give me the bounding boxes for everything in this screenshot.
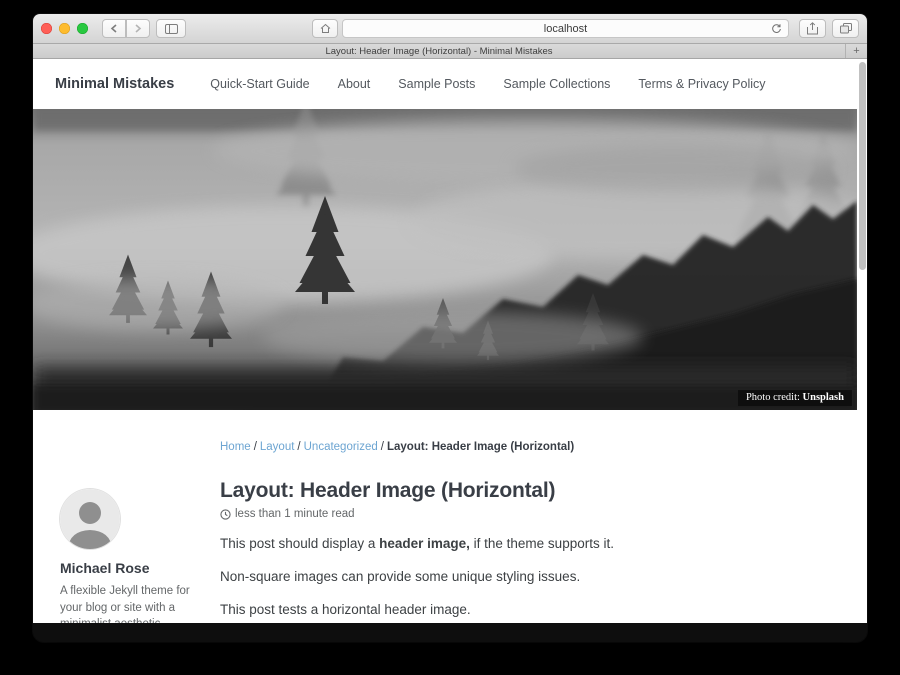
clock-icon bbox=[220, 509, 231, 520]
minimize-window-button[interactable] bbox=[59, 23, 70, 34]
foggy-forest-photo bbox=[33, 109, 857, 410]
nav-item-sample-collections[interactable]: Sample Collections bbox=[503, 77, 610, 91]
photo-credit-source-link[interactable]: Unsplash bbox=[803, 392, 844, 403]
chevron-left-icon bbox=[110, 24, 118, 33]
paragraph: This post should display a header image,… bbox=[220, 534, 817, 554]
photo-credit-caption: Photo credit: Unsplash bbox=[738, 390, 852, 406]
nav-item-about[interactable]: About bbox=[338, 77, 371, 91]
vertical-scrollbar-thumb[interactable] bbox=[859, 62, 866, 270]
site-nav: Quick-Start Guide About Sample Posts Sam… bbox=[210, 77, 765, 91]
browser-window: localhost Layout: Header Image (Horizont… bbox=[33, 14, 867, 642]
active-tab[interactable]: Layout: Header Image (Horizontal) - Mini… bbox=[33, 44, 845, 59]
show-all-tabs-button[interactable] bbox=[832, 19, 859, 38]
site-masthead: Minimal Mistakes Quick-Start Guide About… bbox=[33, 59, 857, 109]
home-button[interactable] bbox=[312, 19, 338, 38]
browser-toolbar: localhost bbox=[33, 14, 867, 44]
post-title: Layout: Header Image (Horizontal) bbox=[220, 479, 817, 503]
breadcrumb: Home/Layout/Uncategorized/Layout: Header… bbox=[220, 441, 817, 453]
paragraph: This post tests a horizontal header imag… bbox=[220, 600, 817, 620]
post-body: This post should display a header image,… bbox=[220, 534, 817, 620]
breadcrumb-link-uncategorized[interactable]: Uncategorized bbox=[304, 441, 378, 453]
author-bio: A flexible Jekyll theme for your blog or… bbox=[60, 583, 202, 623]
avatar bbox=[60, 489, 120, 549]
nav-item-terms-privacy[interactable]: Terms & Privacy Policy bbox=[638, 77, 765, 91]
forward-button[interactable] bbox=[126, 19, 150, 38]
url-text: localhost bbox=[544, 23, 587, 35]
share-button[interactable] bbox=[799, 19, 826, 38]
share-icon bbox=[807, 22, 818, 35]
reload-button[interactable] bbox=[771, 23, 782, 35]
chevron-right-icon bbox=[134, 24, 142, 33]
zoom-window-button[interactable] bbox=[77, 23, 88, 34]
tabs-overview-icon bbox=[840, 23, 852, 34]
close-window-button[interactable] bbox=[41, 23, 52, 34]
sidebar-toggle-button[interactable] bbox=[156, 19, 186, 38]
paragraph: Non-square images can provide some uniqu… bbox=[220, 567, 817, 587]
breadcrumb-separator: / bbox=[381, 441, 384, 453]
author-name: Michael Rose bbox=[60, 560, 220, 576]
sidebar-icon bbox=[165, 24, 178, 34]
breadcrumb-separator: / bbox=[297, 441, 300, 453]
reload-icon bbox=[771, 23, 782, 35]
tab-bar: Layout: Header Image (Horizontal) - Mini… bbox=[33, 44, 867, 59]
site-title-link[interactable]: Minimal Mistakes bbox=[55, 76, 174, 92]
author-sidebar: Michael Rose A flexible Jekyll theme for… bbox=[33, 410, 220, 623]
address-bar[interactable]: localhost bbox=[342, 19, 789, 38]
window-controls bbox=[41, 23, 88, 34]
breadcrumb-link-layout[interactable]: Layout bbox=[260, 441, 295, 453]
main-area: Michael Rose A flexible Jekyll theme for… bbox=[33, 410, 857, 623]
home-icon bbox=[320, 23, 331, 34]
article-column: Home/Layout/Uncategorized/Layout: Header… bbox=[220, 410, 857, 623]
nav-item-quick-start-guide[interactable]: Quick-Start Guide bbox=[210, 77, 309, 91]
author-avatar-placeholder-icon bbox=[60, 489, 120, 549]
header-image: Photo credit: Unsplash bbox=[33, 109, 857, 410]
breadcrumb-link-home[interactable]: Home bbox=[220, 441, 251, 453]
page-content: Minimal Mistakes Quick-Start Guide About… bbox=[33, 59, 867, 623]
breadcrumb-current: Layout: Header Image (Horizontal) bbox=[387, 441, 574, 453]
back-button[interactable] bbox=[102, 19, 126, 38]
nav-item-sample-posts[interactable]: Sample Posts bbox=[398, 77, 475, 91]
post-meta: less than 1 minute read bbox=[220, 508, 817, 520]
read-time: less than 1 minute read bbox=[235, 508, 355, 520]
new-tab-button[interactable]: + bbox=[845, 44, 867, 58]
breadcrumb-separator: / bbox=[254, 441, 257, 453]
window-bottom-area bbox=[33, 623, 867, 642]
